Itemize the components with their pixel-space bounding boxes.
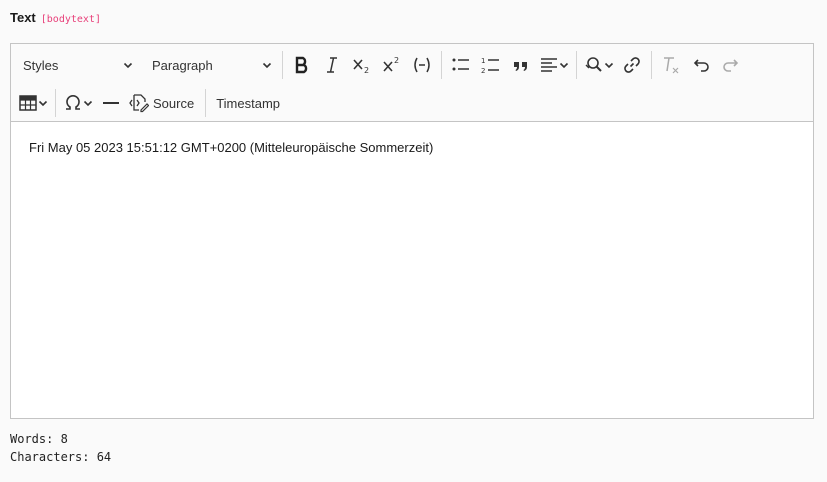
inline-code-icon xyxy=(411,55,433,75)
field-key: [bodytext] xyxy=(40,14,101,25)
table-icon xyxy=(18,93,38,113)
blockquote-button[interactable] xyxy=(506,51,536,79)
field-label: Text [bodytext] xyxy=(10,10,101,25)
horizontal-line-icon xyxy=(101,93,121,113)
find-replace-dropdown[interactable] xyxy=(581,51,617,79)
toolbar-separator xyxy=(651,51,652,79)
bulleted-list-button[interactable] xyxy=(446,51,476,79)
heading-dropdown[interactable]: Paragraph xyxy=(144,51,278,79)
svg-text:2: 2 xyxy=(364,66,369,75)
heading-dropdown-label: Paragraph xyxy=(152,57,213,73)
link-button[interactable] xyxy=(617,51,647,79)
redo-icon xyxy=(721,55,741,75)
chevron-down-icon xyxy=(262,58,272,73)
rich-text-editor: Styles Paragraph 2 2 1 2 Source Timestam… xyxy=(10,43,814,419)
bold-button[interactable] xyxy=(287,51,317,79)
redo-button[interactable] xyxy=(716,51,746,79)
italic-icon xyxy=(322,55,342,75)
subscript-icon: 2 xyxy=(351,55,373,75)
code-button[interactable] xyxy=(407,51,437,79)
svg-text:2: 2 xyxy=(481,67,485,75)
content-paragraph[interactable]: Fri May 05 2023 15:51:12 GMT+0200 (Mitte… xyxy=(29,140,795,155)
undo-button[interactable] xyxy=(686,51,716,79)
quote-icon xyxy=(511,55,531,75)
superscript-button[interactable]: 2 xyxy=(377,51,407,79)
numbered-list-button[interactable]: 12 xyxy=(476,51,506,79)
special-characters-dropdown[interactable] xyxy=(60,89,96,117)
omega-icon xyxy=(63,93,83,113)
toolbar-separator xyxy=(55,89,56,117)
field-label-text: Text xyxy=(10,10,36,25)
insert-table-dropdown[interactable] xyxy=(15,89,51,117)
alignment-dropdown[interactable] xyxy=(536,51,572,79)
editor-toolbar: Styles Paragraph 2 2 1 2 Source Timestam… xyxy=(11,44,813,122)
undo-icon xyxy=(691,55,711,75)
editor-word-count: Words: 8 Characters: 64 xyxy=(10,430,111,466)
remove-format-icon xyxy=(660,55,682,75)
timestamp-button[interactable]: Timestamp xyxy=(210,89,286,117)
subscript-button[interactable]: 2 xyxy=(347,51,377,79)
toolbar-separator xyxy=(282,51,283,79)
link-icon xyxy=(622,55,642,75)
styles-dropdown[interactable]: Styles xyxy=(15,51,139,79)
toolbar-separator xyxy=(441,51,442,79)
numbered-list-icon: 12 xyxy=(481,55,501,75)
editor-content[interactable]: Fri May 05 2023 15:51:12 GMT+0200 (Mitte… xyxy=(11,122,813,173)
bulleted-list-icon xyxy=(451,55,471,75)
source-code-icon xyxy=(129,93,149,113)
chevron-down-icon xyxy=(604,60,614,70)
remove-format-button[interactable] xyxy=(656,51,686,79)
svg-text:1: 1 xyxy=(481,57,485,65)
bold-icon xyxy=(292,55,312,75)
toolbar-row-1: Styles Paragraph 2 2 1 2 xyxy=(15,46,809,84)
chevron-down-icon xyxy=(123,58,133,73)
source-button[interactable]: Source xyxy=(126,89,201,117)
toolbar-row-2: Source Timestamp xyxy=(15,84,809,122)
character-count: Characters: 64 xyxy=(10,450,112,464)
find-replace-icon xyxy=(584,55,604,75)
toolbar-separator xyxy=(576,51,577,79)
chevron-down-icon xyxy=(83,98,93,108)
chevron-down-icon xyxy=(38,98,48,108)
toolbar-separator xyxy=(205,89,207,117)
horizontal-line-button[interactable] xyxy=(96,89,126,117)
superscript-icon: 2 xyxy=(381,55,403,75)
svg-text:2: 2 xyxy=(394,56,399,65)
source-button-label: Source xyxy=(153,95,195,111)
italic-button[interactable] xyxy=(317,51,347,79)
word-count: Words: 8 xyxy=(10,432,68,446)
align-left-icon xyxy=(539,55,559,75)
styles-dropdown-label: Styles xyxy=(23,57,59,73)
chevron-down-icon xyxy=(559,60,569,70)
